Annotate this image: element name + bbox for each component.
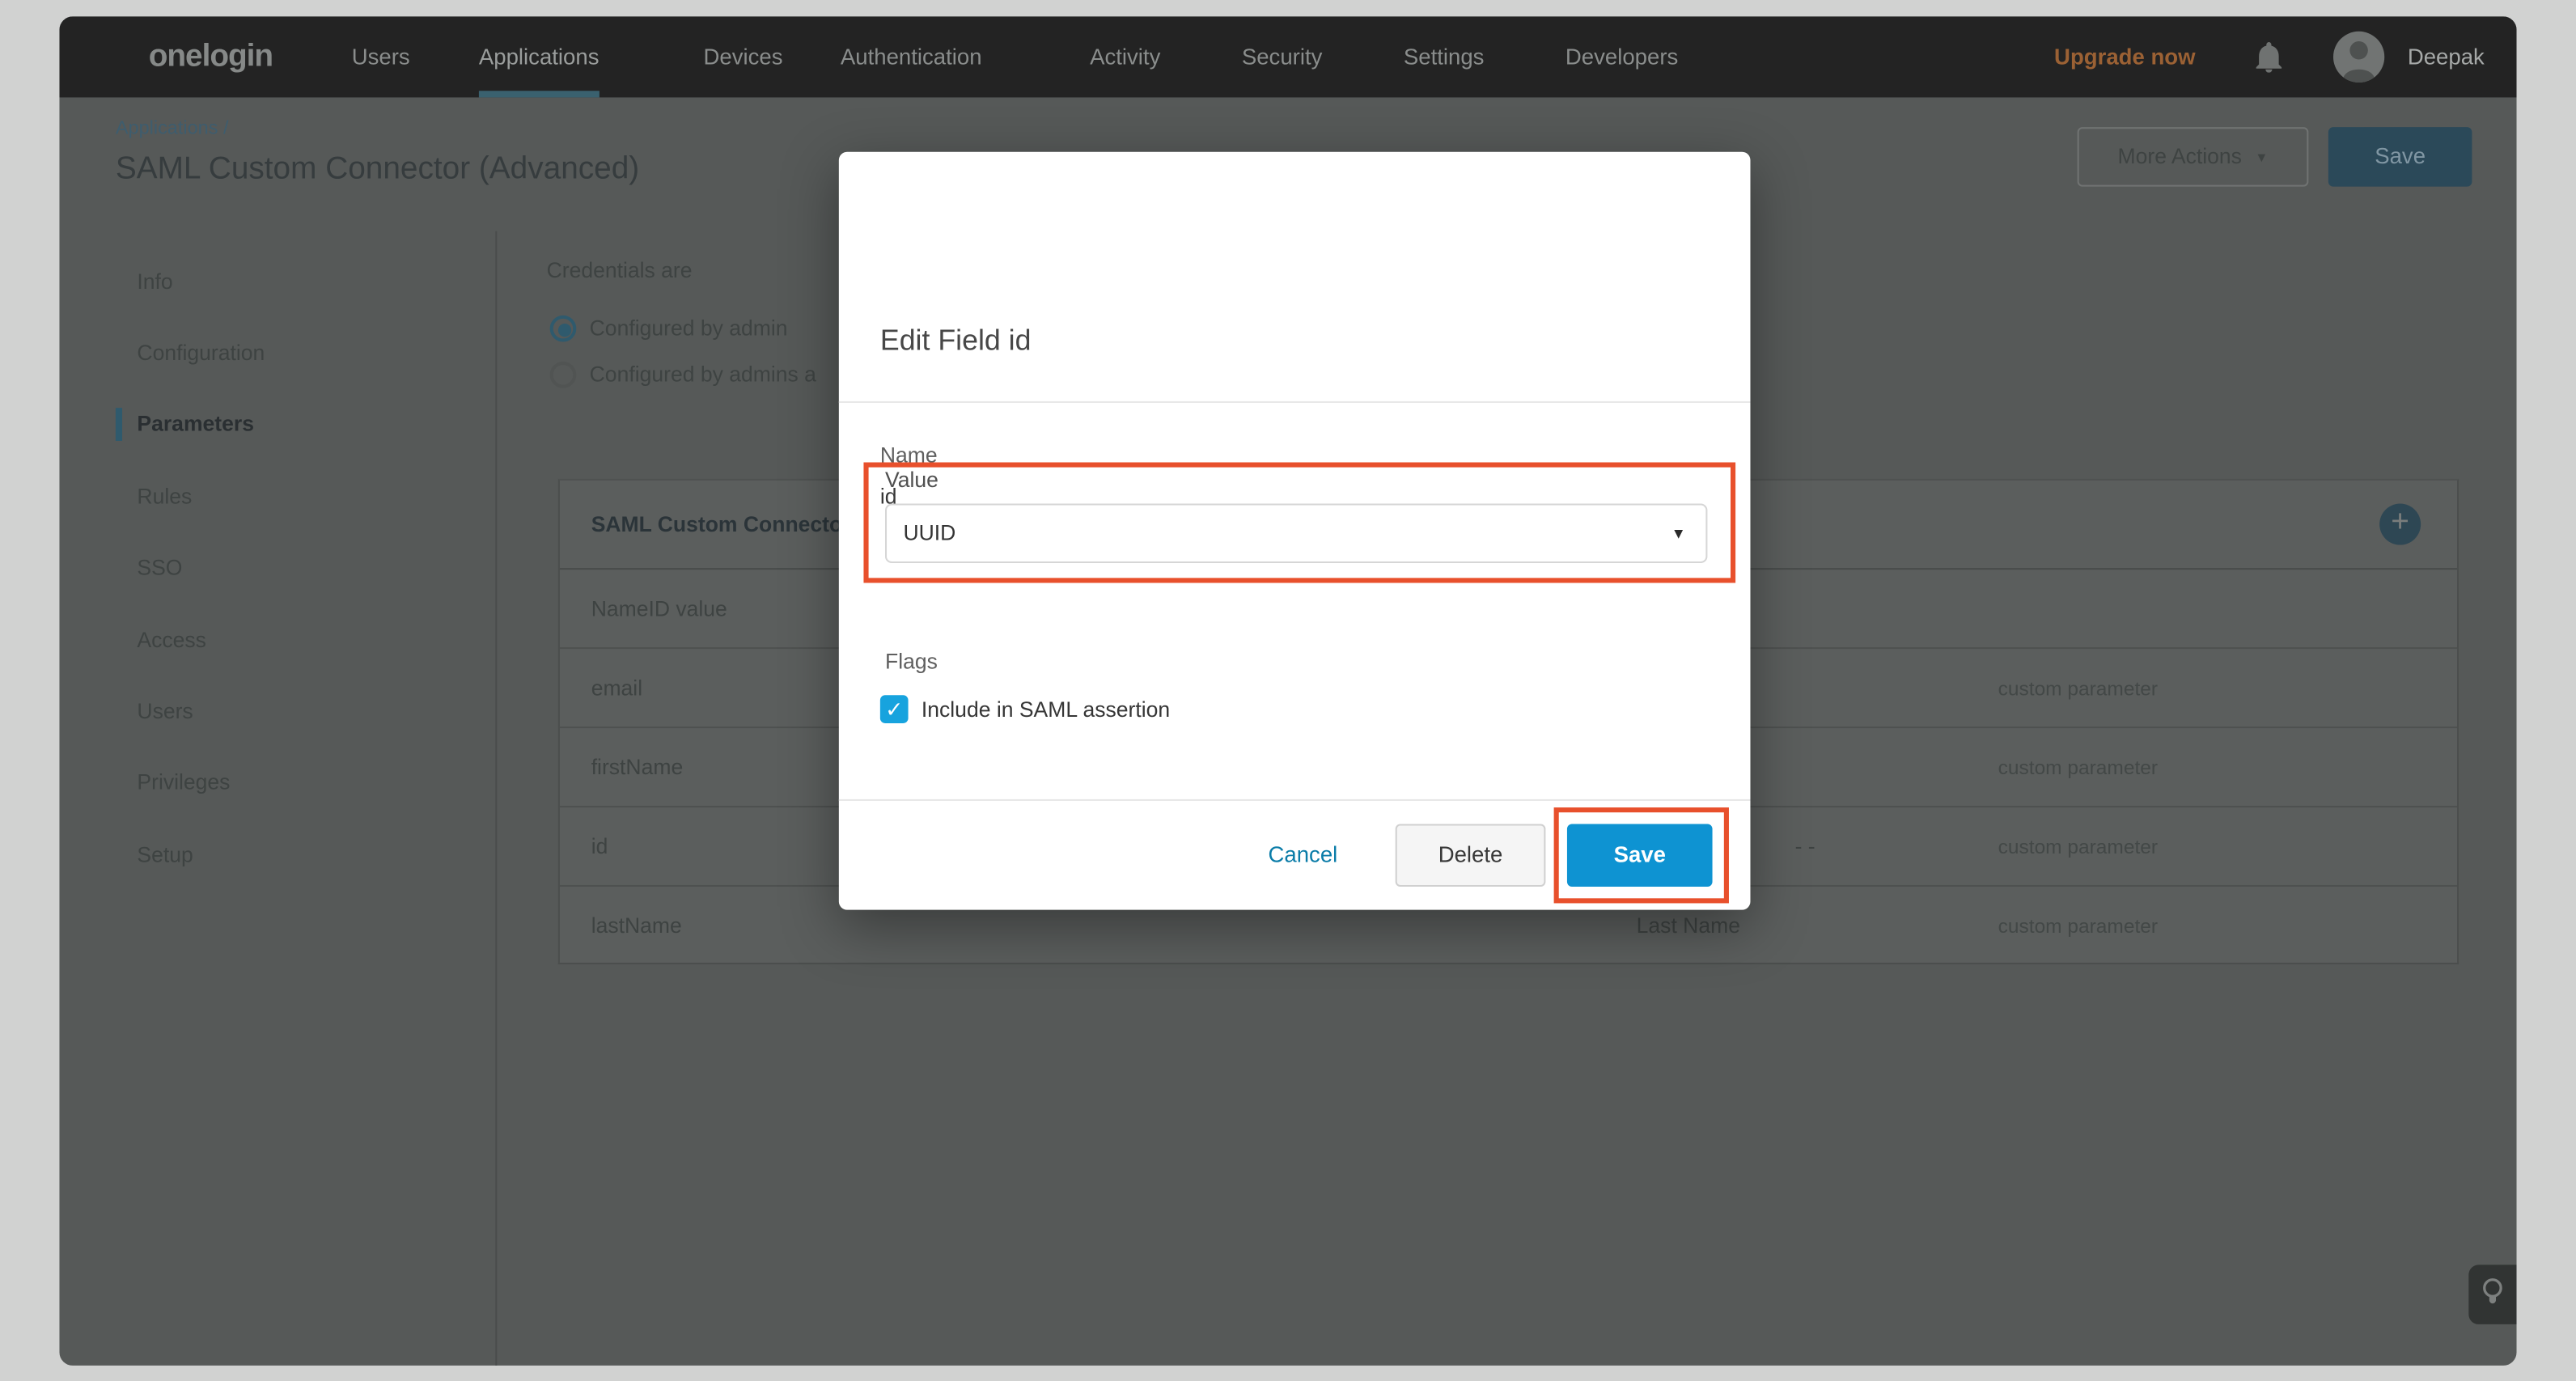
sidebar-item-privileges[interactable]: Privileges [137, 766, 230, 799]
sidebar-item-parameters[interactable]: Parameters [137, 408, 254, 441]
add-parameter-button[interactable]: + [2379, 504, 2421, 545]
lightbulb-icon [2479, 1275, 2507, 1315]
nav-item-devices[interactable]: Devices [703, 16, 782, 97]
radio-label-admins-users: Configured by admins a [590, 358, 839, 392]
avatar-head-shape [2349, 41, 2367, 59]
table-title: SAML Custom Connecto [591, 481, 842, 570]
param-name: firstName [591, 728, 684, 807]
value-selected-option: UUID [903, 506, 955, 561]
nav-item-developers[interactable]: Developers [1566, 16, 1678, 97]
delete-button[interactable]: Delete [1396, 824, 1546, 887]
include-saml-checkbox[interactable]: ✓ [880, 695, 909, 723]
radio-configured-by-admin[interactable] [550, 316, 577, 342]
value-select[interactable]: UUID ▼ [885, 504, 1707, 563]
radio-configured-by-admins-users[interactable] [550, 362, 577, 388]
more-actions-label: More Actions [2118, 144, 2242, 169]
nav-item-activity[interactable]: Activity [1090, 16, 1160, 97]
page-title: SAML Custom Connector (Advanced) [116, 152, 639, 189]
onelogin-logo: onelogin [149, 16, 273, 97]
user-name[interactable]: Deepak [2408, 16, 2485, 97]
sidebar-item-info[interactable]: Info [137, 266, 172, 299]
cancel-link[interactable]: Cancel [1269, 842, 1338, 867]
param-type: custom parameter [1998, 728, 2158, 807]
help-widget[interactable] [2468, 1265, 2516, 1324]
modal-footer-divider [839, 799, 1751, 801]
sidebar-item-setup[interactable]: Setup [137, 839, 193, 872]
include-saml-label: Include in SAML assertion [922, 697, 1170, 722]
param-name: email [591, 649, 642, 728]
upgrade-now-link[interactable]: Upgrade now [2054, 16, 2196, 97]
flags-label: Flags [885, 649, 938, 674]
radio-label-admin: Configured by admin [590, 312, 839, 345]
nav-item-security[interactable]: Security [1242, 16, 1323, 97]
modal-title: Edit Field id [880, 324, 1032, 358]
nav-item-users[interactable]: Users [352, 16, 410, 97]
param-name: NameID value [591, 570, 727, 649]
active-item-indicator [116, 408, 121, 441]
param-name: lastName [591, 887, 682, 966]
select-caret-down-icon: ▼ [1671, 506, 1686, 561]
radio-dot [558, 324, 571, 337]
modal-header-divider [839, 401, 1751, 403]
bell-icon[interactable] [2256, 41, 2282, 73]
plus-icon: + [2391, 506, 2409, 540]
param-name: id [591, 807, 608, 887]
param-value: - - [1795, 807, 1815, 887]
sidebar-item-rules[interactable]: Rules [137, 481, 192, 514]
check-icon: ✓ [885, 697, 903, 722]
caret-down-icon: ▼ [2255, 150, 2268, 165]
credentials-label: Credentials are [547, 257, 693, 282]
nav-item-applications[interactable]: Applications [479, 16, 600, 97]
param-type: custom parameter [1998, 807, 2158, 887]
edit-field-modal: Edit Field id Name id Value UUID ▼ Flags… [839, 152, 1751, 910]
breadcrumb[interactable]: Applications / [116, 119, 229, 138]
top-nav: onelogin Users Applications Devices Auth… [59, 16, 2516, 97]
param-type: custom parameter [1998, 649, 2158, 728]
sidebar-divider [495, 231, 497, 1366]
param-type: custom parameter [1998, 887, 2158, 966]
sidebar-item-configuration[interactable]: Configuration [137, 337, 265, 370]
avatar[interactable] [2333, 32, 2384, 83]
page-save-button[interactable]: Save [2328, 127, 2472, 186]
sidebar-item-access[interactable]: Access [137, 625, 206, 658]
nav-item-settings[interactable]: Settings [1404, 16, 1485, 97]
screen: onelogin Users Applications Devices Auth… [0, 0, 2576, 1381]
modal-save-button[interactable]: Save [1567, 824, 1713, 887]
value-label: Value [885, 468, 938, 493]
more-actions-button[interactable]: More Actions ▼ [2078, 127, 2309, 186]
avatar-shoulders-shape [2343, 70, 2375, 83]
nav-item-authentication[interactable]: Authentication [841, 16, 982, 97]
sidebar-item-users[interactable]: Users [137, 695, 193, 728]
sidebar-item-sso[interactable]: SSO [137, 552, 182, 585]
